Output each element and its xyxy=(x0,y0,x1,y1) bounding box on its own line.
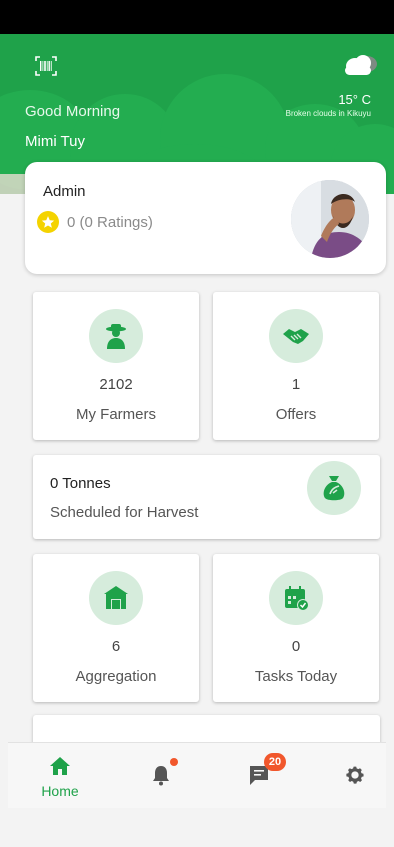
bell-icon xyxy=(151,764,171,791)
nav-home-label: Home xyxy=(41,783,79,799)
star-icon xyxy=(37,211,59,233)
next-tile-partial[interactable] xyxy=(33,715,380,745)
barcode-scan-icon[interactable] xyxy=(33,53,59,79)
money-bag-icon xyxy=(307,461,361,515)
rating-text: 0 (0 Ratings) xyxy=(67,213,153,231)
calendar-check-icon xyxy=(269,571,323,625)
farmers-count: 2102 xyxy=(99,376,133,393)
tasks-today-tile[interactable]: 0 Tasks Today xyxy=(213,554,379,702)
offers-count: 1 xyxy=(291,376,301,393)
cloud-icon xyxy=(340,52,378,78)
home-icon xyxy=(49,756,71,781)
handshake-icon xyxy=(269,309,323,363)
offers-label: Offers xyxy=(275,406,317,423)
nav-notifications[interactable] xyxy=(126,743,196,809)
nav-settings[interactable] xyxy=(320,743,390,809)
harvest-tonnes: 0 Tonnes xyxy=(50,475,111,492)
nav-home[interactable]: Home xyxy=(25,743,95,809)
aggregation-count: 6 xyxy=(111,638,121,655)
messages-badge: 20 xyxy=(264,753,286,771)
weather-description: Broken clouds in Kikuyu xyxy=(285,109,371,118)
warehouse-icon xyxy=(89,571,143,625)
user-role: Admin xyxy=(43,183,86,200)
bottom-nav: Home 20 xyxy=(8,742,386,808)
tasks-label: Tasks Today xyxy=(254,668,338,685)
tasks-count: 0 xyxy=(291,638,301,655)
aggregation-label: Aggregation xyxy=(75,668,157,685)
greeting: Good Morning xyxy=(25,103,121,120)
notification-dot xyxy=(170,758,178,766)
profile-card[interactable]: Admin 0 (0 Ratings) xyxy=(25,162,386,274)
harvest-label: Scheduled for Harvest xyxy=(50,504,199,521)
nav-messages[interactable]: 20 xyxy=(224,743,294,809)
footer-space xyxy=(8,808,386,847)
farmer-icon xyxy=(89,309,143,363)
gear-icon xyxy=(344,764,366,791)
aggregation-tile[interactable]: 6 Aggregation xyxy=(33,554,199,702)
harvest-tile[interactable]: 0 Tonnes Scheduled for Harvest xyxy=(33,455,380,539)
temperature: 15° C xyxy=(338,92,371,107)
rating-row: 0 (0 Ratings) xyxy=(37,211,153,233)
my-farmers-tile[interactable]: 2102 My Farmers xyxy=(33,292,199,440)
user-name: Mimi Tuy xyxy=(25,133,85,150)
offers-tile[interactable]: 1 Offers xyxy=(213,292,379,440)
farmers-label: My Farmers xyxy=(76,406,156,423)
avatar[interactable] xyxy=(291,180,369,258)
status-bar xyxy=(0,0,394,34)
